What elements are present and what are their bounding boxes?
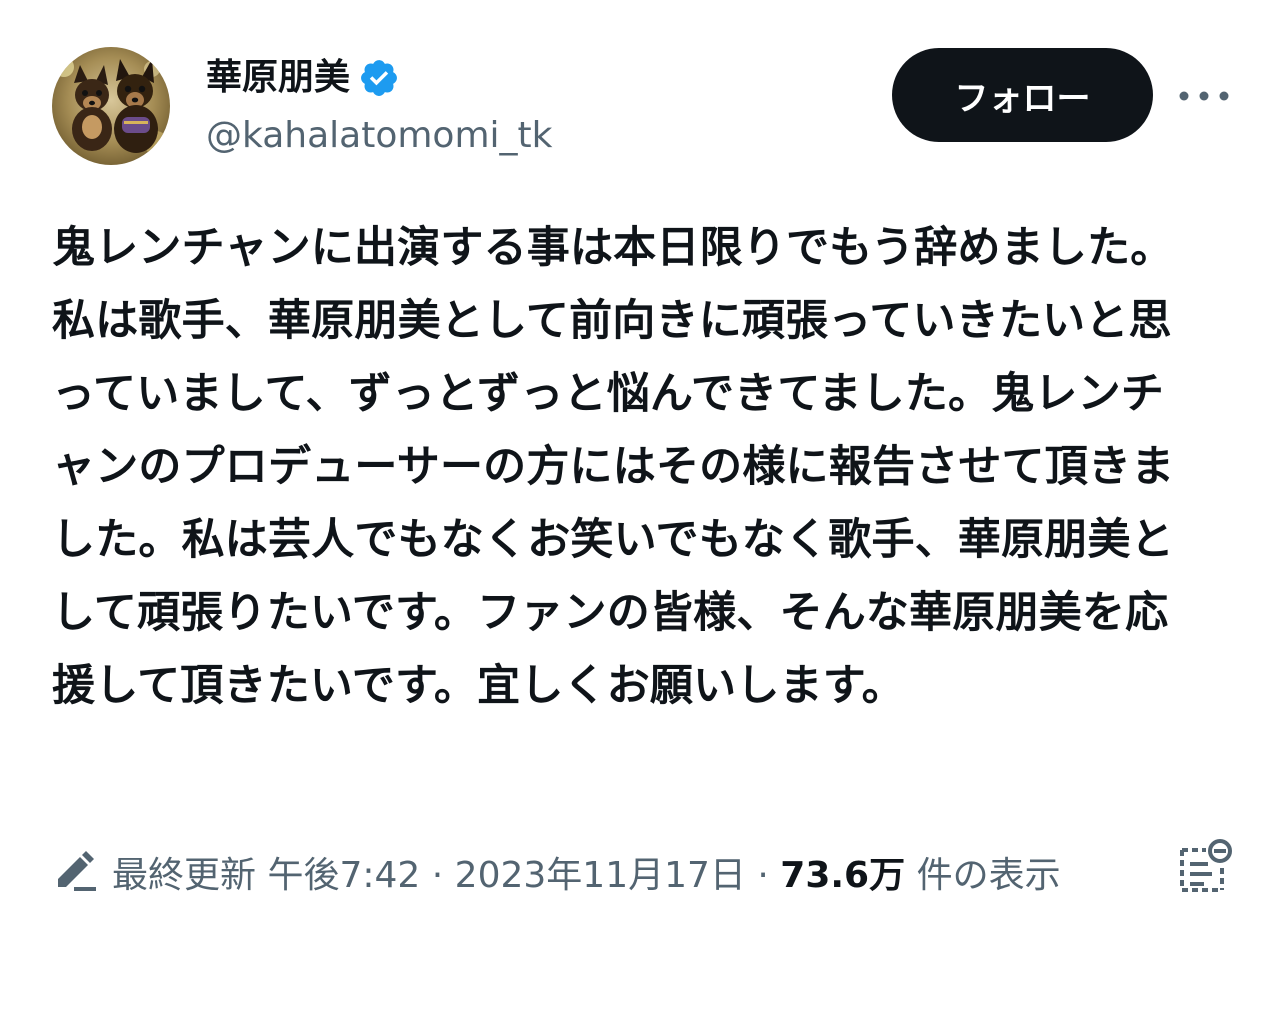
author-avatar[interactable] bbox=[52, 47, 170, 165]
display-name-row: 華原朋美 bbox=[206, 52, 552, 104]
analytics-icon[interactable] bbox=[1176, 838, 1234, 896]
edit-pencil-icon[interactable] bbox=[52, 844, 98, 891]
author-display-name[interactable]: 華原朋美 bbox=[206, 52, 350, 104]
tweet-card: 華原朋美 @kahalatomomi_tk フォロー 鬼レンチャンに出演する事は… bbox=[0, 0, 1284, 1019]
views-count: 73.6万 bbox=[780, 855, 906, 896]
avatar-photo bbox=[52, 47, 170, 165]
tweet-metadata: 最終更新 午後7:42 · 2023年11月17日 · 73.6万 件の表示 bbox=[52, 838, 1132, 914]
more-horizontal-icon[interactable] bbox=[1176, 78, 1232, 114]
tweet-date[interactable]: 2023年11月17日 bbox=[455, 855, 746, 896]
tweet-time[interactable]: 午後7:42 bbox=[267, 855, 420, 896]
meta-separator: · bbox=[757, 855, 769, 896]
author-info: 華原朋美 @kahalatomomi_tk bbox=[206, 52, 552, 164]
views-suffix: 件の表示 bbox=[916, 855, 1061, 896]
author-handle[interactable]: @kahalatomomi_tk bbox=[206, 108, 552, 164]
meta-separator: · bbox=[431, 855, 444, 896]
tweet-text: 鬼レンチャンに出演する事は本日限りでもう辞めました。私は歌手、華原朋美として前向… bbox=[52, 223, 1175, 711]
edited-label[interactable]: 最終更新 bbox=[112, 855, 256, 896]
follow-button[interactable]: フォロー bbox=[892, 48, 1153, 142]
verified-badge-icon[interactable] bbox=[358, 57, 400, 99]
